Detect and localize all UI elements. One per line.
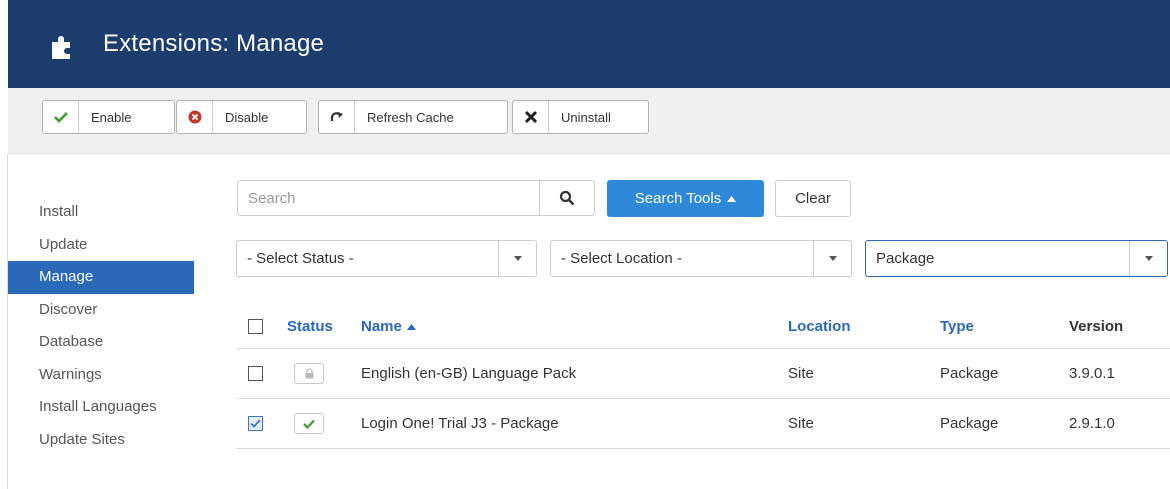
- chevron-down-icon: [813, 241, 851, 276]
- status-enabled-button[interactable]: [294, 413, 324, 434]
- sidebar-item-install-languages[interactable]: Install Languages: [8, 391, 194, 424]
- status-select[interactable]: - Select Status -: [236, 240, 537, 277]
- page-header: Extensions: Manage: [8, 0, 1170, 88]
- disable-button[interactable]: Disable: [176, 100, 307, 134]
- enable-label: Enable: [91, 109, 132, 125]
- name-column-label: Name: [361, 318, 402, 335]
- status-select-value: - Select Status -: [247, 250, 354, 267]
- row-checkbox-cell: [248, 349, 263, 398]
- location-column-header[interactable]: Location: [788, 305, 851, 348]
- sidebar-item-manage[interactable]: Manage: [8, 261, 194, 294]
- search-tools-button[interactable]: Search Tools: [607, 180, 764, 217]
- sidebar-nav: Install Update Manage Discover Database …: [8, 196, 194, 456]
- status-cell: [294, 349, 324, 398]
- row-checkbox-cell: [248, 399, 263, 448]
- refresh-cache-button[interactable]: Refresh Cache: [318, 100, 508, 134]
- puzzle-icon: [52, 36, 70, 59]
- check-icon: [43, 101, 79, 133]
- enable-button[interactable]: Enable: [42, 100, 175, 134]
- version-cell: 3.9.0.1: [1069, 365, 1115, 382]
- chevron-down-icon: [1129, 241, 1167, 276]
- type-select[interactable]: Package: [865, 240, 1168, 277]
- table-row: English (en-GB) Language Pack Site Packa…: [236, 349, 1170, 399]
- refresh-cache-label: Refresh Cache: [367, 109, 454, 125]
- clear-button[interactable]: Clear: [775, 180, 851, 217]
- search-input[interactable]: [237, 180, 540, 216]
- status-column-header[interactable]: Status: [287, 305, 333, 348]
- select-all-cell: [248, 305, 263, 348]
- name-column-header[interactable]: Name: [361, 305, 416, 348]
- toolbar: Enable Disable Refresh Cache Uninstall: [8, 88, 1170, 154]
- sidebar-item-update-sites[interactable]: Update Sites: [8, 424, 194, 457]
- location-cell: Site: [788, 365, 814, 382]
- row-checkbox[interactable]: [248, 366, 263, 381]
- row-checkbox[interactable]: [248, 416, 263, 431]
- type-cell: Package: [940, 415, 999, 432]
- sidebar-item-discover[interactable]: Discover: [8, 294, 194, 327]
- location-cell: Site: [788, 415, 814, 432]
- check-icon: [250, 419, 261, 428]
- location-select[interactable]: - Select Location -: [550, 240, 852, 277]
- search-icon: [559, 190, 575, 206]
- caret-up-icon: [406, 323, 416, 330]
- disable-label: Disable: [225, 109, 269, 125]
- uninstall-button[interactable]: Uninstall: [512, 100, 649, 134]
- chevron-down-icon: [498, 241, 536, 276]
- table-row: Login One! Trial J3 - Package Site Packa…: [236, 399, 1170, 449]
- name-cell: English (en-GB) Language Pack: [361, 365, 577, 382]
- search-button[interactable]: [539, 180, 595, 216]
- search-tools-label: Search Tools: [634, 190, 722, 207]
- uninstall-label: Uninstall: [561, 109, 611, 125]
- type-column-header[interactable]: Type: [940, 305, 974, 348]
- check-icon: [303, 419, 315, 429]
- table-header: Status Name Location Type Version: [236, 305, 1170, 349]
- caret-up-icon: [727, 195, 737, 202]
- version-cell: 2.9.1.0: [1069, 415, 1115, 432]
- version-column-header: Version: [1069, 318, 1124, 335]
- refresh-icon: [319, 101, 355, 133]
- remove-circle-icon: [177, 101, 213, 133]
- extensions-table: Status Name Location Type Version Englis…: [236, 305, 1170, 449]
- location-select-value: - Select Location -: [561, 250, 682, 267]
- lock-icon: [305, 368, 313, 379]
- page-title: Extensions: Manage: [103, 30, 325, 57]
- status-locked-button[interactable]: [294, 363, 324, 384]
- sidebar-item-install[interactable]: Install: [8, 196, 194, 229]
- sidebar-item-database[interactable]: Database: [8, 326, 194, 359]
- select-all-checkbox[interactable]: [248, 319, 263, 334]
- name-cell: Login One! Trial J3 - Package: [361, 415, 559, 432]
- sidebar-item-update[interactable]: Update: [8, 229, 194, 262]
- times-icon: [513, 101, 549, 133]
- left-border: [0, 154, 8, 489]
- type-select-value: Package: [876, 250, 935, 267]
- status-cell: [294, 399, 324, 448]
- type-cell: Package: [940, 365, 999, 382]
- sidebar-item-warnings[interactable]: Warnings: [8, 359, 194, 392]
